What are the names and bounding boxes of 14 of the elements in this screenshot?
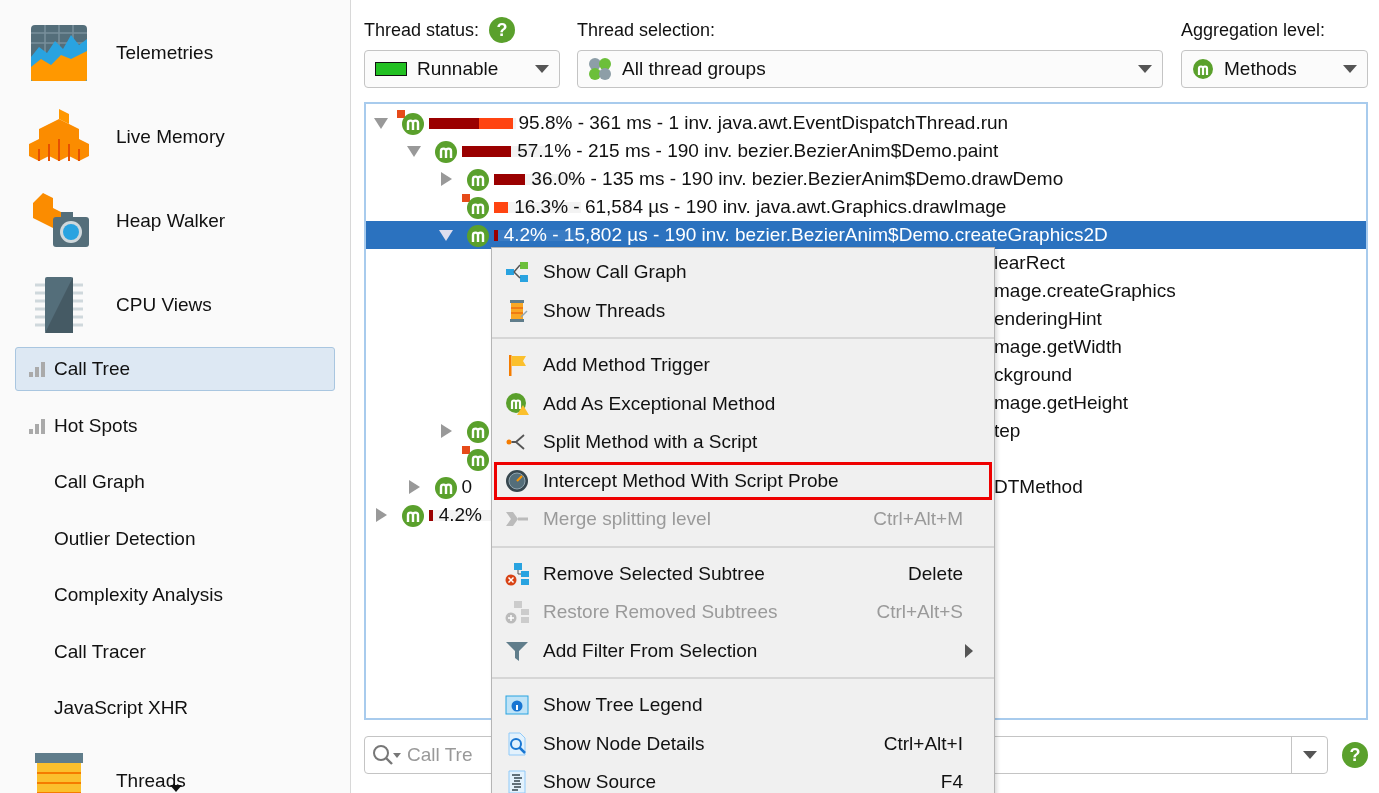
node-text: DTMethod (994, 476, 1084, 498)
node-text: 36.0% - 135 ms - 190 inv. bezier.BezierAnim$Demo.drawDemo (531, 168, 1064, 190)
aggregation-level-label: Aggregation level: (1181, 19, 1326, 41)
node-text: 95.8% - 361 ms - 1 inv. java.awt.EventDispatchThread.run (518, 112, 1009, 134)
thread-status-label: Thread status: (364, 19, 480, 41)
node-text: 16.3% - 61,584 µs - 190 inv. java.awt.Graphics.drawImage (514, 196, 1007, 218)
node-text: mage.createGraphics (994, 280, 1177, 302)
node-text: 0 (461, 476, 473, 498)
node-text: 57.1% - 215 ms - 190 inv. bezier.BezierAnim$Demo.paint (517, 140, 999, 162)
thread-selection-label: Thread selection: (577, 19, 716, 41)
node-text: mage.getWidth (994, 336, 1123, 358)
node-text: 4.2% (438, 504, 482, 526)
node-text: tep (994, 420, 1022, 442)
node-text: 4.2% - 15,802 µs - 190 inv. bezier.BezierAnim$Demo.createGraphics2D (503, 224, 1108, 246)
